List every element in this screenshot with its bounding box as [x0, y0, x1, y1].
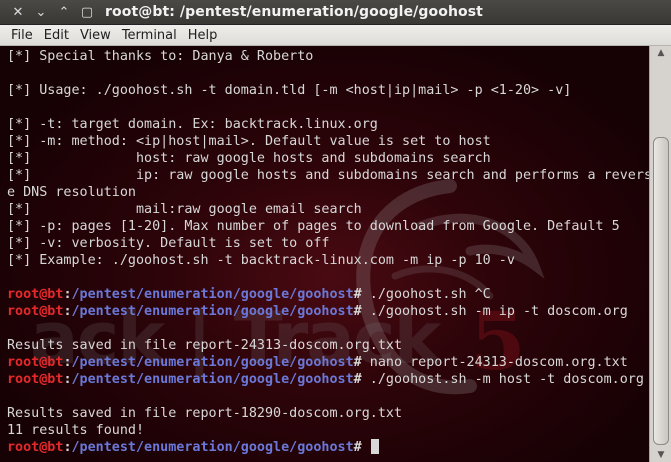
output-line: [*] -t: target domain. Ex: backtrack.lin… [7, 117, 378, 132]
title-bar[interactable]: ✕ ⌄ ⌃ ▢ root@bt: /pentest/enumeration/go… [0, 0, 671, 25]
window-title: root@bt: /pentest/enumeration/google/goo… [105, 4, 483, 20]
terminal-area[interactable]: ack | Track 5 [*] Special thanks to: Dan… [0, 46, 649, 462]
menu-help[interactable]: Help [188, 28, 218, 43]
prompt-user: root@bt [7, 355, 64, 370]
scroll-thumb[interactable] [653, 136, 669, 445]
prompt-line: root@bt:/pentest/enumeration/google/gooh… [7, 439, 649, 456]
terminal-output: [*] Special thanks to: Danya & Roberto [*… [7, 48, 649, 456]
terminal-window: ✕ ⌄ ⌃ ▢ root@bt: /pentest/enumeration/go… [0, 0, 671, 462]
prompt-path: /pentest/enumeration/google/goohost [71, 287, 354, 302]
prompt-separator: : [63, 287, 72, 302]
prompt-user: root@bt [7, 440, 64, 455]
close-icon[interactable]: ✕ [8, 3, 28, 21]
output-line: [*] host: raw google hosts and subdomain… [7, 151, 491, 166]
output-line: [*] -m: method: <ip|host|mail>. Default … [7, 134, 491, 149]
prompt-symbol: # [353, 304, 370, 319]
output-line: [*] Usage: ./goohost.sh -t domain.tld [-… [7, 83, 572, 98]
prompt-line: root@bt:/pentest/enumeration/google/gooh… [7, 286, 649, 303]
output-line: 11 results found! [7, 423, 145, 438]
prompt-separator: : [63, 304, 72, 319]
output-line: [*] mail:raw google email search [7, 202, 362, 217]
restore-icon[interactable]: ▢ [77, 3, 97, 21]
command-text: nano report-24313-doscom.org.txt [369, 355, 628, 370]
output-line: [*] -p: pages [1-20]. Max number of page… [7, 219, 620, 234]
output-line: [*] Special thanks to: Danya & Roberto [7, 49, 314, 64]
prompt-symbol: # [353, 372, 370, 387]
maximize-icon[interactable]: ⌃ [54, 3, 74, 21]
prompt-line: root@bt:/pentest/enumeration/google/gooh… [7, 303, 649, 320]
output-line: [*] Example: ./goohost.sh -t backtrack-l… [7, 253, 515, 268]
prompt-line: root@bt:/pentest/enumeration/google/gooh… [7, 371, 649, 388]
prompt-path: /pentest/enumeration/google/goohost [71, 304, 354, 319]
prompt-path: /pentest/enumeration/google/goohost [71, 372, 354, 387]
prompt-symbol: # [353, 287, 370, 302]
output-line: [*] -v: verbosity. Default is set to off [7, 236, 330, 251]
prompt-path: /pentest/enumeration/google/goohost [71, 440, 354, 455]
menu-edit[interactable]: Edit [44, 28, 69, 43]
prompt-separator: : [63, 355, 72, 370]
output-line: Results saved in file report-24313-dosco… [7, 338, 403, 353]
command-text: ./goohost.sh ^C [369, 287, 491, 302]
scroll-up-icon[interactable]: ▲ [650, 46, 671, 60]
prompt-separator: : [63, 372, 72, 387]
text-cursor [370, 439, 379, 454]
command-text: ./goohost.sh -m host -t doscom.org [369, 372, 644, 387]
scroll-down-icon[interactable]: ▼ [650, 448, 671, 462]
minimize-icon[interactable]: ⌄ [31, 3, 51, 21]
menu-file[interactable]: File [11, 28, 33, 43]
menu-view[interactable]: View [80, 28, 111, 43]
prompt-user: root@bt [7, 304, 64, 319]
menu-terminal[interactable]: Terminal [122, 28, 177, 43]
output-line: e DNS resolution [7, 185, 136, 200]
prompt-symbol: # [353, 440, 370, 455]
prompt-line: root@bt:/pentest/enumeration/google/gooh… [7, 354, 649, 371]
vertical-scrollbar[interactable]: ▲ ▼ [649, 46, 671, 462]
command-text: ./goohost.sh -m ip -t doscom.org [369, 304, 628, 319]
output-line: [*] ip: raw google hosts and subdomains … [7, 168, 649, 183]
prompt-user: root@bt [7, 287, 64, 302]
prompt-separator: : [63, 440, 72, 455]
output-line: Results saved in file report-18290-dosco… [7, 406, 403, 421]
menu-bar: File Edit View Terminal Help [0, 25, 671, 46]
prompt-user: root@bt [7, 372, 64, 387]
prompt-symbol: # [353, 355, 370, 370]
prompt-path: /pentest/enumeration/google/goohost [71, 355, 354, 370]
